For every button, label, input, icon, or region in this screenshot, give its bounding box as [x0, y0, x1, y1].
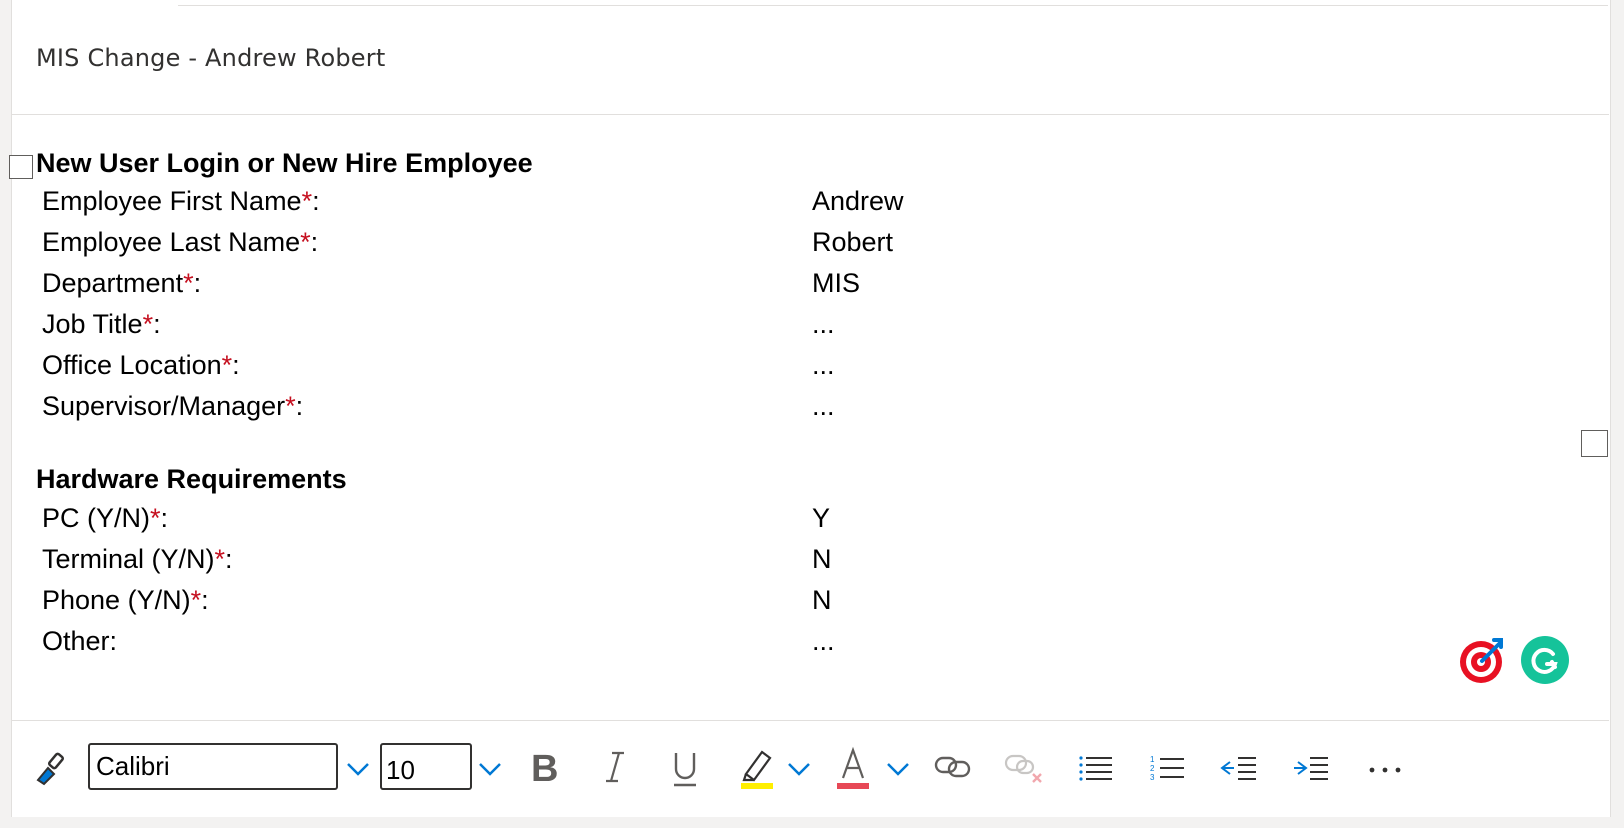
toolbar-divider: [12, 720, 1609, 721]
row-value: ...: [812, 350, 835, 380]
more-options-icon[interactable]: [1368, 760, 1402, 780]
table-select-checkbox-right[interactable]: [1581, 430, 1608, 457]
font-size-dropdown-icon[interactable]: [476, 758, 504, 778]
grammarly-icon[interactable]: [1521, 636, 1569, 684]
row-value: Robert: [812, 227, 894, 257]
row-value: N: [812, 544, 832, 574]
svg-text:B: B: [531, 748, 558, 787]
form-row: Employee Last Name*: Robert: [42, 227, 1142, 267]
font-color-icon[interactable]: [836, 744, 870, 790]
row-label: Office Location*:: [42, 350, 240, 380]
subject-divider: [12, 114, 1609, 115]
svg-text:3: 3: [1150, 773, 1155, 782]
bold-icon[interactable]: B: [527, 747, 559, 787]
underline-icon[interactable]: [670, 747, 700, 789]
row-label: PC (Y/N)*:: [42, 503, 169, 533]
subject-text[interactable]: MIS Change - Andrew Robert: [36, 44, 385, 72]
unlink-icon: [1004, 752, 1044, 786]
form-row: PC (Y/N)*: Y: [42, 503, 1142, 543]
form-row: Supervisor/Manager*: ...: [42, 391, 1142, 431]
bullets-icon[interactable]: [1078, 754, 1114, 784]
section-heading-hardware: Hardware Requirements: [36, 464, 347, 494]
row-label: Job Title*:: [42, 309, 161, 339]
top-divider: [178, 5, 1608, 6]
required-marker: *: [301, 186, 313, 216]
bottom-strip: [0, 817, 1624, 828]
row-value: N: [812, 585, 832, 615]
required-marker: *: [285, 391, 296, 421]
row-value: MIS: [812, 268, 861, 298]
font-name-input[interactable]: [88, 743, 338, 790]
required-marker: *: [183, 268, 194, 298]
form-row: Employee First Name*: Andrew: [42, 186, 1142, 226]
required-marker: *: [150, 503, 161, 533]
font-size-input[interactable]: [380, 743, 472, 790]
row-label: Other:: [42, 626, 118, 656]
highlight-icon[interactable]: [740, 744, 774, 790]
font-color-dropdown-icon[interactable]: [884, 758, 912, 778]
form-row: Other: ...: [42, 626, 1142, 666]
section-heading-new-user: New User Login or New Hire Employee: [36, 148, 533, 178]
row-label: Employee Last Name*:: [42, 227, 319, 257]
format-painter-icon[interactable]: [32, 750, 70, 788]
form-row: Phone (Y/N)*: N: [42, 585, 1142, 625]
highlight-dropdown-icon[interactable]: [785, 758, 813, 778]
decrease-indent-icon[interactable]: [1220, 754, 1258, 784]
required-marker: *: [300, 227, 311, 257]
target-extension-icon[interactable]: [1457, 636, 1505, 684]
table-select-checkbox[interactable]: [9, 155, 33, 179]
svg-text:1: 1: [1150, 755, 1155, 764]
required-marker: *: [221, 350, 233, 380]
required-marker: *: [214, 544, 226, 574]
row-value: ...: [812, 391, 835, 421]
row-value: ...: [812, 626, 835, 656]
required-marker: *: [190, 585, 202, 615]
form-row: Terminal (Y/N)*: N: [42, 544, 1142, 584]
row-label: Employee First Name*:: [42, 186, 320, 216]
form-row: Job Title*: ...: [42, 309, 1142, 349]
form-row: Department*: MIS: [42, 268, 1142, 308]
row-value: ...: [812, 309, 835, 339]
italic-icon[interactable]: [600, 747, 630, 787]
row-label: Department*:: [42, 268, 202, 298]
row-value: Y: [812, 503, 831, 533]
row-value: Andrew: [812, 186, 904, 216]
svg-text:2: 2: [1150, 764, 1155, 773]
numbering-icon[interactable]: 1 2 3: [1150, 754, 1186, 784]
link-icon[interactable]: [934, 752, 972, 782]
form-row: Office Location*: ...: [42, 350, 1142, 390]
required-marker: *: [142, 309, 154, 339]
font-name-dropdown-icon[interactable]: [344, 758, 372, 778]
row-label: Phone (Y/N)*:: [42, 585, 209, 615]
increase-indent-icon[interactable]: [1292, 754, 1330, 784]
row-label: Terminal (Y/N)*:: [42, 544, 233, 574]
row-label: Supervisor/Manager*:: [42, 391, 304, 421]
